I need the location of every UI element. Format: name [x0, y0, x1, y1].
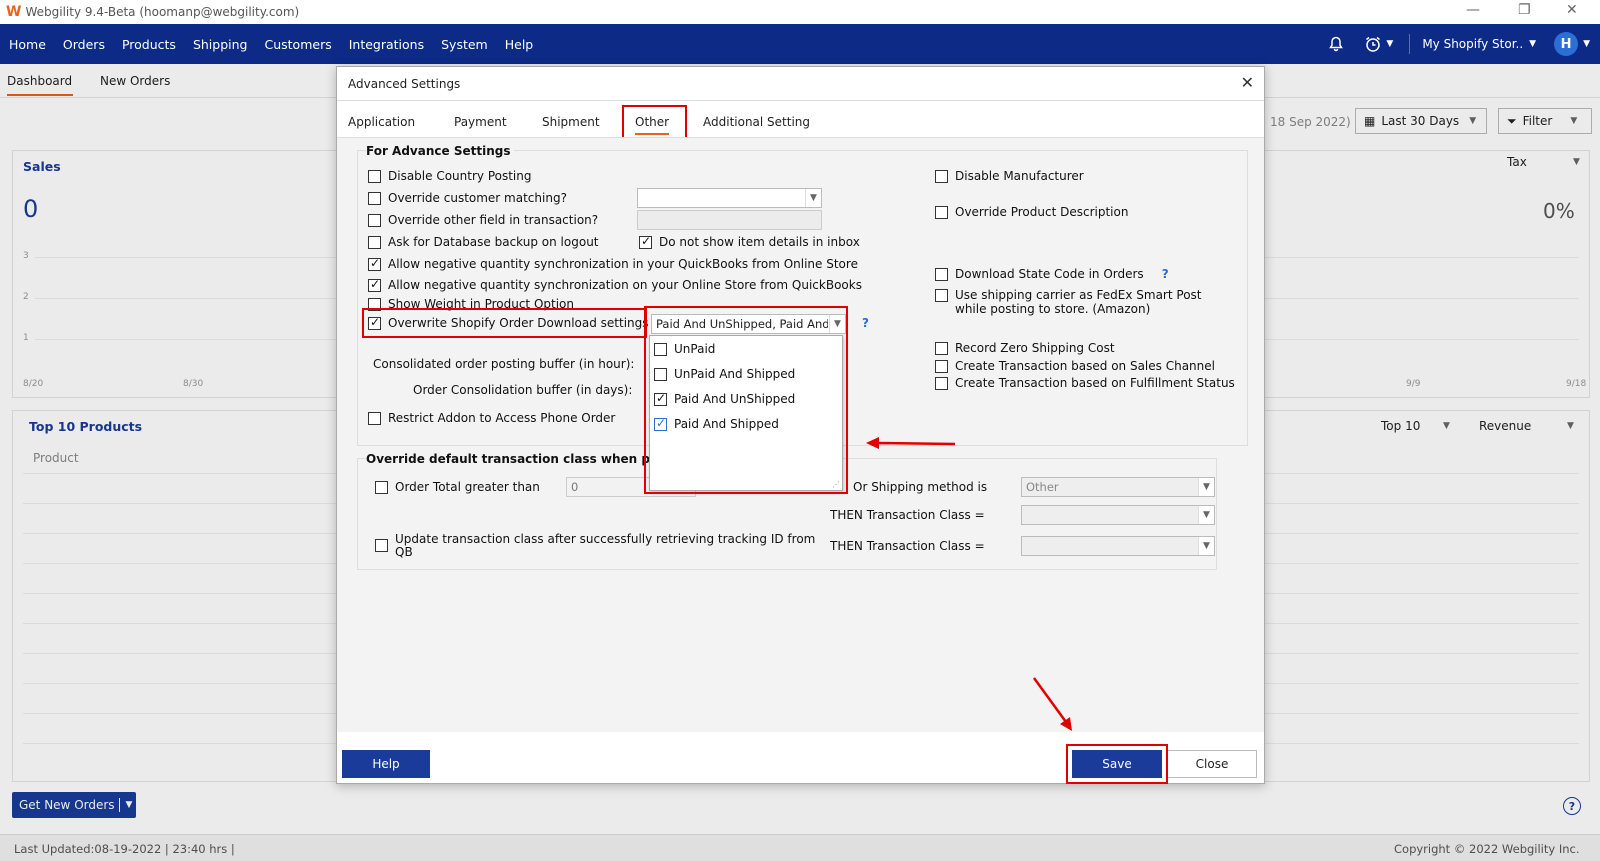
annotation-arrows: [866, 437, 1072, 731]
arrow-head: [866, 437, 879, 449]
arrow-line: [874, 441, 956, 446]
arrow-line: [1032, 677, 1068, 723]
arrow-head: [1060, 717, 1072, 731]
